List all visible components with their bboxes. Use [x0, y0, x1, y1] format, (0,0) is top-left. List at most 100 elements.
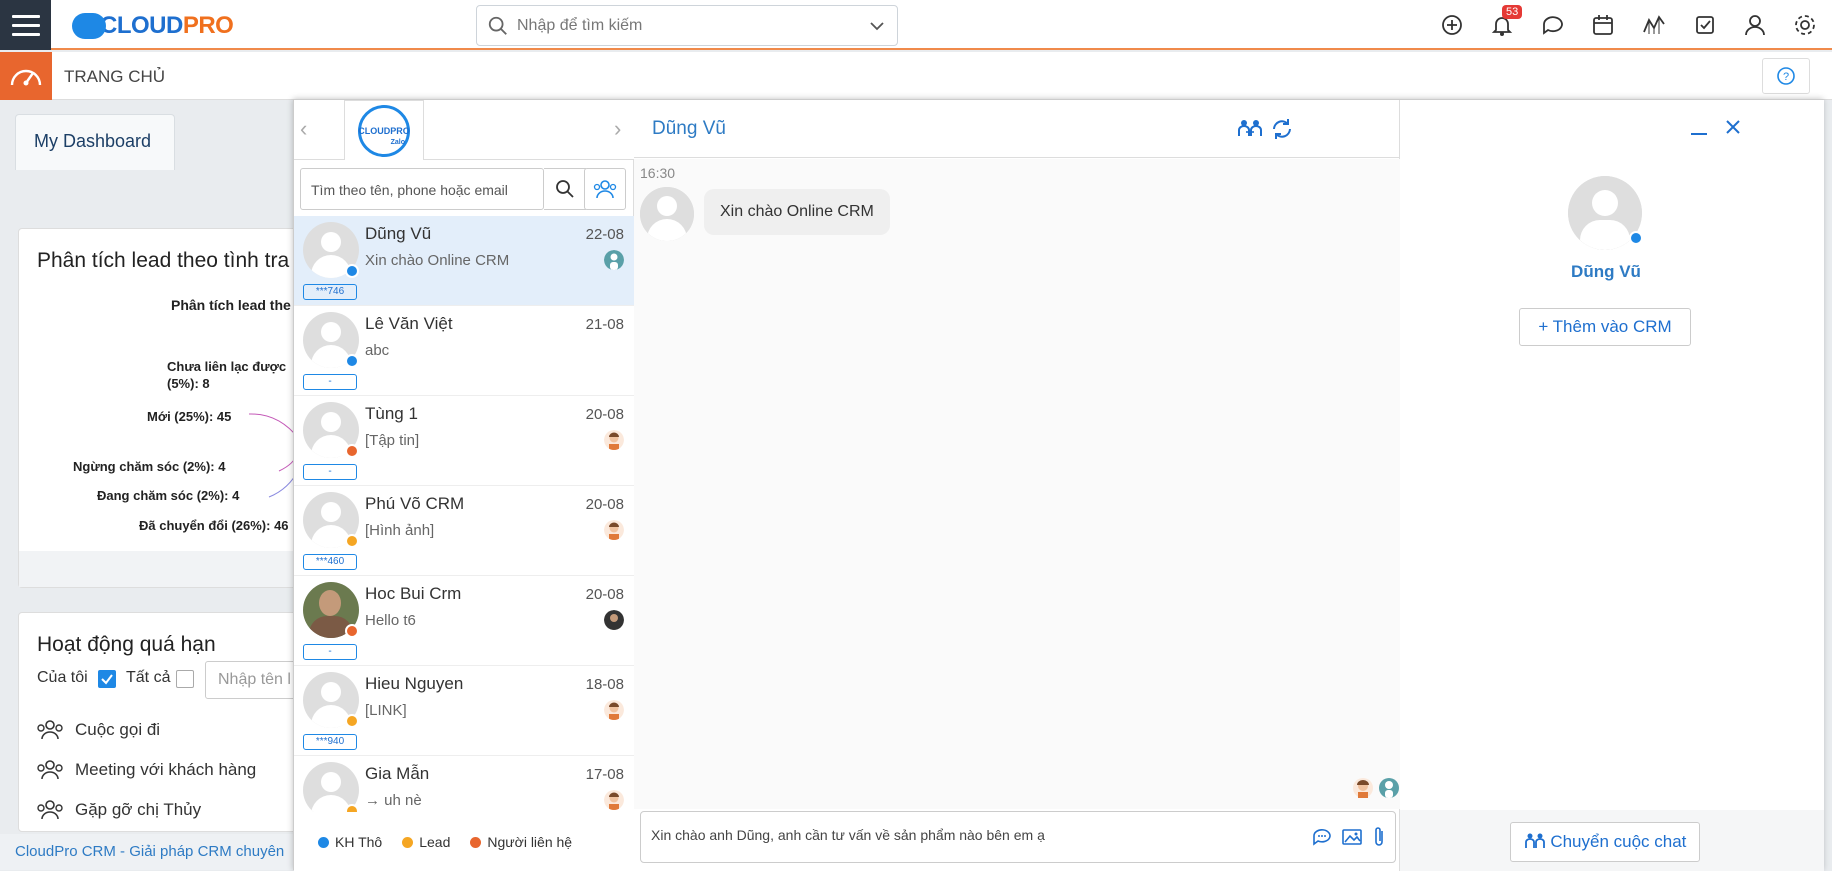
conversation-date: 21-08	[585, 316, 624, 333]
refresh-icon[interactable]	[1270, 117, 1294, 141]
chart-label: Đang chăm sóc (2%): 4	[97, 488, 240, 503]
phone-tag: ***746	[303, 284, 357, 300]
conversation-item[interactable]: Hieu Nguyen [LINK] 18-08 ***940	[294, 666, 634, 756]
legend-item: Lead	[402, 834, 450, 850]
settings-gear-icon[interactable]	[1792, 12, 1818, 38]
chart-title: Phân tích lead the	[171, 297, 291, 313]
task-check-icon[interactable]	[1692, 12, 1718, 38]
minimize-icon[interactable]	[1688, 116, 1710, 138]
cloudpro-logo[interactable]: CLOUDPRO	[72, 8, 234, 44]
conversation-search-button[interactable]	[544, 168, 586, 210]
assigned-agent-icon	[604, 610, 624, 630]
status-dot	[345, 264, 359, 278]
svg-text:?: ?	[1783, 71, 1789, 83]
conversation-name: Hoc Bui Crm	[365, 584, 462, 603]
menu-toggle-button[interactable]	[0, 0, 51, 50]
lead-analysis-card: Phân tích lead theo tình tra Phân tích l…	[18, 228, 339, 588]
status-legend: KH Thô Lead Người liên hệ	[294, 812, 634, 871]
conversation-item[interactable]: Tùng 1 [Tập tin] 20-08 -	[294, 396, 634, 486]
user-icon[interactable]	[1742, 12, 1768, 38]
conversation-name: Gia Mẫn	[365, 764, 430, 783]
conversation-date: 22-08	[585, 226, 624, 243]
mine-checkbox[interactable]	[98, 670, 116, 688]
chart-label: Ngừng chăm sóc (2%): 4	[73, 459, 226, 474]
group-people-icon	[37, 800, 63, 820]
close-icon[interactable]	[1722, 116, 1744, 138]
status-dot	[345, 444, 359, 458]
card-footer	[19, 551, 337, 587]
notification-badge: 53	[1502, 5, 1523, 19]
all-label: Tất cả	[126, 669, 171, 686]
help-button[interactable]: ?	[1762, 58, 1810, 94]
tab-my-dashboard[interactable]: My Dashboard	[15, 114, 175, 170]
conversation-last-message: [LINK]	[365, 702, 407, 719]
profile-name: Dũng Vũ	[1571, 262, 1641, 281]
conversation-date: 20-08	[585, 496, 624, 513]
conversation-name: Hieu Nguyen	[365, 674, 464, 693]
footer-link[interactable]: CloudPro CRM - Giải pháp CRM chuyên	[0, 834, 300, 870]
conversation-sidebar: ‹ CLOUDPRO Zalo › Tìm theo tên, phone hoặ…	[294, 100, 634, 871]
composer-text: Xin chào anh Dũng, anh cần tư vấn về sản…	[651, 827, 1045, 843]
card-title: Hoạt động quá hạn	[37, 633, 216, 656]
help-icon: ?	[1777, 67, 1795, 85]
chat-bubble-icon[interactable]	[1540, 12, 1566, 38]
conversation-last-message: Xin chào Online CRM	[365, 252, 510, 269]
assigned-agent-icon	[604, 790, 624, 810]
chevron-right-icon[interactable]: ›	[614, 116, 621, 142]
tab-label: My Dashboard	[34, 131, 152, 151]
transfer-chat-label: Chuyển cuộc chat	[1550, 832, 1687, 851]
conversation-last-message: Hello t6	[365, 612, 416, 629]
assign-users-icon[interactable]	[1237, 118, 1263, 140]
status-dot	[345, 714, 359, 728]
chat-header: Dũng Vũ	[634, 100, 1400, 158]
image-icon[interactable]	[1341, 827, 1363, 847]
oa-tab-cloudpro[interactable]: CLOUDPRO Zalo	[344, 100, 424, 160]
read-receipt-contact-icon	[1379, 778, 1399, 798]
calendar-icon[interactable]	[1590, 12, 1616, 38]
add-circle-icon[interactable]	[1439, 12, 1465, 38]
chat-contact-name[interactable]: Dũng Vũ	[652, 118, 726, 140]
status-dot	[345, 534, 359, 548]
message-bubble: Xin chào Online CRM	[704, 189, 890, 235]
quick-reply-icon[interactable]	[1311, 827, 1333, 847]
zalo-chat-panel: ‹ CLOUDPRO Zalo › Tìm theo tên, phone hoặ…	[293, 99, 1824, 871]
group-filter-button[interactable]	[584, 168, 626, 210]
add-to-crm-button[interactable]: + Thêm vào CRM	[1519, 308, 1691, 346]
analytics-icon[interactable]	[1641, 12, 1667, 38]
chevron-left-icon[interactable]: ‹	[300, 116, 307, 142]
chart-label: Chưa liên lạc được	[167, 359, 287, 374]
search-icon	[488, 16, 507, 35]
legend-dot	[318, 836, 329, 848]
conversation-list: Dũng Vũ Xin chào Online CRM 22-08 ***746 Lê …	[294, 216, 634, 812]
contact-profile-panel: Dũng Vũ + Thêm vào CRM Chuyển cuộc chat	[1400, 100, 1824, 871]
dashboard-gauge-icon[interactable]	[0, 52, 52, 100]
activity-item[interactable]: Meeting với khách hàng	[37, 759, 256, 781]
conversation-item[interactable]: Hoc Bui Crm Hello t6 20-08 -	[294, 576, 634, 666]
conversation-name: Phú Võ CRM	[365, 494, 465, 513]
page-header: TRANG CHỦ	[0, 52, 1832, 100]
message-area: 16:30 Xin chào Online CRM	[634, 159, 1400, 809]
phone-tag: -	[303, 464, 357, 480]
activity-item[interactable]: Gặp gỡ chị Thủy	[37, 799, 201, 821]
phone-tag: -	[303, 374, 357, 390]
transfer-chat-button[interactable]: Chuyển cuộc chat	[1510, 822, 1700, 862]
all-checkbox[interactable]	[176, 670, 194, 688]
paperclip-icon[interactable]	[1371, 825, 1387, 849]
conversation-item[interactable]: Dũng Vũ Xin chào Online CRM 22-08 ***746	[294, 216, 634, 306]
phone-tag: ***460	[303, 554, 357, 570]
conversation-item[interactable]: Lê Văn Việt abc 21-08 -	[294, 306, 634, 396]
conversation-search-input[interactable]: Tìm theo tên, phone hoặc email	[300, 168, 544, 210]
conversation-item[interactable]: Phú Võ CRM [Hình ảnh] 20-08 ***460	[294, 486, 634, 576]
global-search-input[interactable]: Nhập để tìm kiếm	[476, 5, 898, 46]
conversation-date: 18-08	[585, 676, 624, 693]
group-people-icon	[37, 760, 63, 780]
activity-item[interactable]: Cuộc gọi đi	[37, 719, 160, 741]
users-icon	[593, 180, 617, 199]
conversation-last-message: abc	[365, 342, 390, 359]
conversation-item[interactable]: Gia Mẫn → uh nè 17-08	[294, 756, 634, 812]
legend-dot	[470, 836, 482, 848]
conversation-last-message: [Tập tin]	[365, 432, 420, 449]
chevron-down-icon[interactable]	[867, 16, 887, 36]
message-composer[interactable]: Xin chào anh Dũng, anh cần tư vấn về sản…	[640, 811, 1396, 863]
search-placeholder: Tìm theo tên, phone hoặc email	[311, 182, 508, 198]
